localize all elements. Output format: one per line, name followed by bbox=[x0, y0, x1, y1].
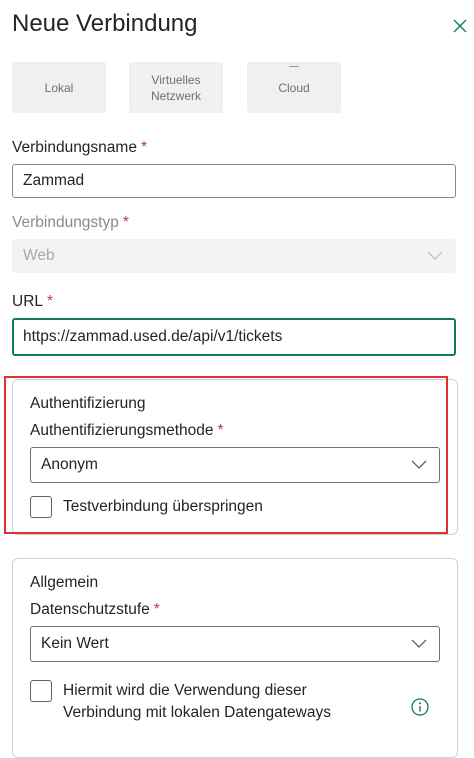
skip-test-label: Testverbindung überspringen bbox=[63, 498, 263, 515]
privacy-level-select[interactable]: Kein Wert bbox=[30, 626, 440, 662]
chevron-down-icon bbox=[411, 460, 427, 469]
general-title: Allgemein bbox=[30, 574, 99, 591]
authentication-card: Authentifizierung Authentifizierungsmeth… bbox=[12, 379, 458, 535]
connection-type-label: Verbindungstyp * bbox=[12, 214, 129, 231]
connection-type-select[interactable]: Web bbox=[12, 239, 456, 273]
close-icon bbox=[453, 19, 467, 33]
cloud-icon bbox=[289, 58, 299, 67]
url-field[interactable]: https://zammad.used.de/api/v1/tickets bbox=[12, 318, 456, 356]
close-button[interactable] bbox=[450, 16, 470, 36]
tile-cloud[interactable]: Cloud bbox=[247, 62, 341, 113]
url-label: URL * bbox=[12, 293, 54, 310]
connection-name-field[interactable]: Zammad bbox=[12, 164, 456, 198]
gateway-checkbox[interactable] bbox=[30, 680, 52, 702]
auth-method-select[interactable]: Anonym bbox=[30, 447, 440, 483]
tile-virtual-network-label: Virtuelles Netzwerk bbox=[150, 72, 201, 103]
general-card: Allgemein Datenschutzstufe * Kein Wert Hi… bbox=[12, 558, 458, 758]
tile-cloud-label: Cloud bbox=[278, 80, 310, 95]
privacy-level-label: Datenschutzstufe * bbox=[30, 601, 160, 618]
authentication-title: Authentifizierung bbox=[30, 395, 146, 412]
chevron-down-icon bbox=[411, 639, 427, 648]
tile-local[interactable]: Lokal bbox=[12, 62, 106, 113]
info-icon[interactable] bbox=[411, 698, 429, 716]
auth-method-label: Authentifizierungsmethode * bbox=[30, 422, 224, 439]
page-title: Neue Verbindung bbox=[12, 10, 198, 37]
chevron-down-icon bbox=[427, 251, 443, 260]
connection-name-label: Verbindungsname * bbox=[12, 139, 148, 156]
skip-test-checkbox[interactable] bbox=[30, 496, 52, 518]
tile-virtual-network[interactable]: Virtuelles Netzwerk bbox=[129, 62, 223, 113]
gateway-label: Hiermit wird die Verwendung dieser Verbin… bbox=[63, 682, 331, 721]
tile-local-label: Lokal bbox=[44, 80, 74, 95]
